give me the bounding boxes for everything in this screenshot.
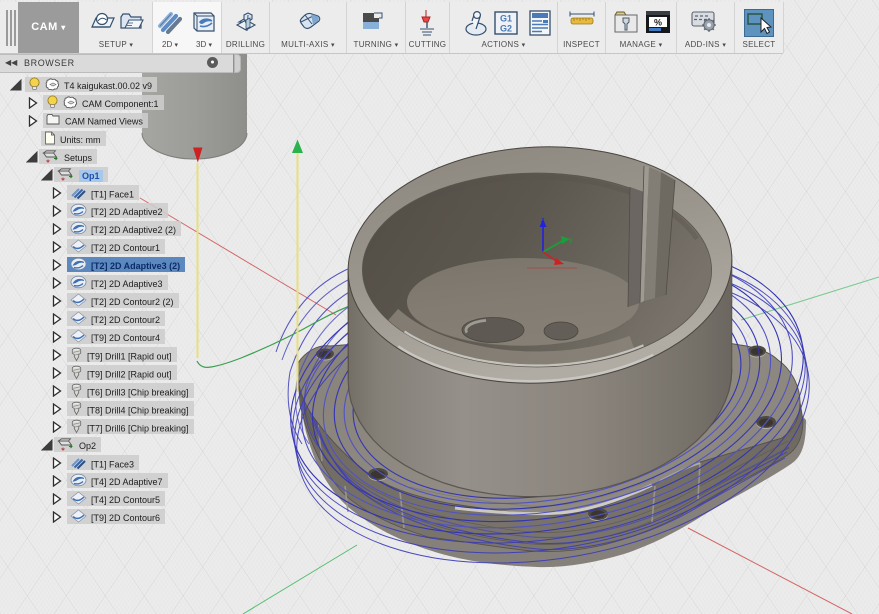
svg-text:G1: G1 bbox=[500, 14, 512, 24]
svg-text:z: z bbox=[541, 217, 545, 224]
svg-text:%: % bbox=[654, 18, 662, 28]
svg-text:y: y bbox=[569, 237, 573, 244]
svg-text:G2: G2 bbox=[500, 24, 512, 34]
